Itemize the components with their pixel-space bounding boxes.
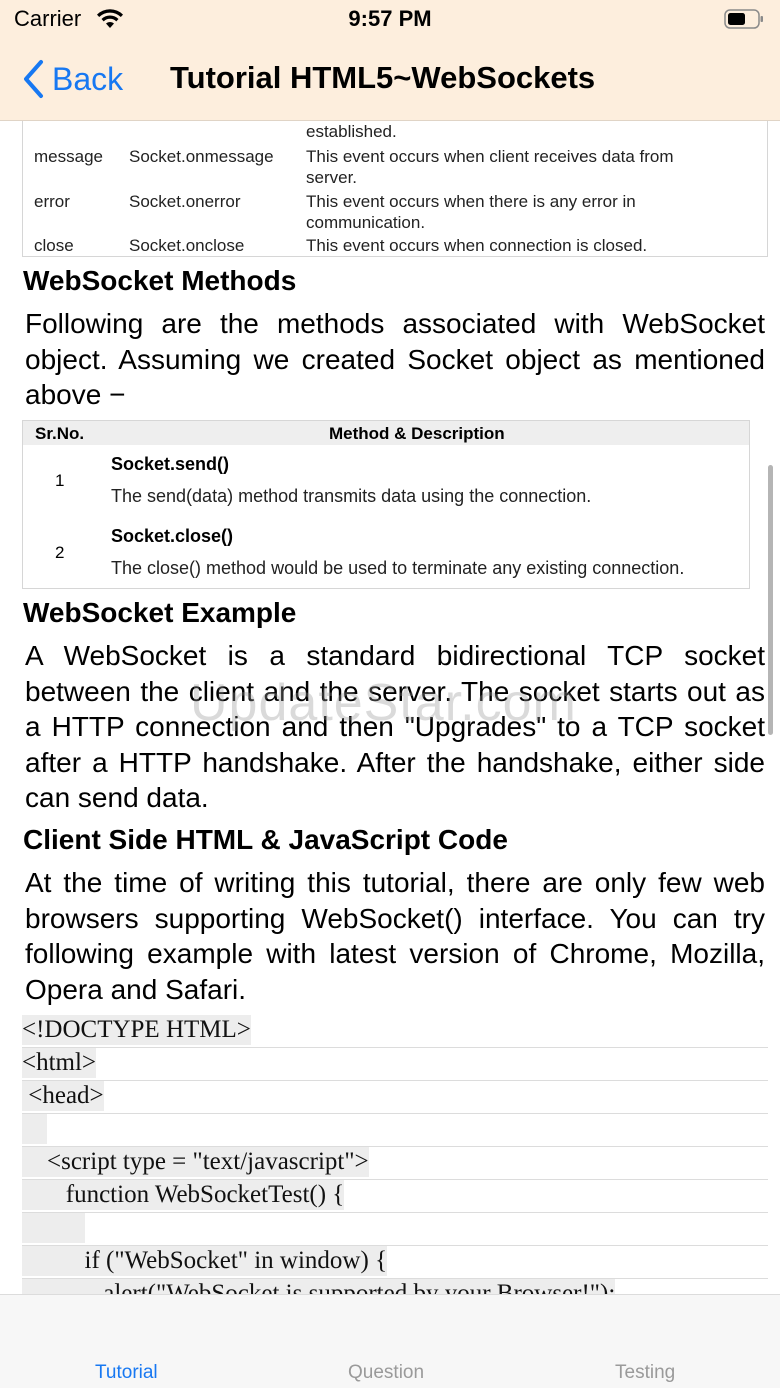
back-label: Back [52, 60, 124, 97]
back-button[interactable]: Back [22, 57, 123, 101]
battery-icon [724, 9, 763, 29]
event-handler: Socket.onmessage [129, 147, 274, 166]
code-line-text: function WebSocketTest() { [22, 1180, 345, 1210]
row-number: 2 [55, 543, 65, 562]
event-description: This event occurs when client receives d… [306, 147, 674, 187]
code-line-text [22, 1114, 47, 1144]
code-line-text [22, 1213, 85, 1243]
code-line: alert("WebSocket is supported by your Br… [22, 1279, 768, 1294]
navigation-bar: Back Tutorial HTML5~WebSockets [0, 40, 780, 121]
column-header-srno: Sr.No. [35, 424, 85, 443]
example-heading: WebSocket Example [23, 597, 297, 628]
code-line-text: if ("WebSocket" in window) { [22, 1246, 388, 1276]
code-line: <!DOCTYPE HTML> [22, 1015, 768, 1048]
tab-testing[interactable]: Testing [615, 1362, 675, 1384]
event-name: error [34, 192, 70, 211]
code-line [22, 1114, 768, 1147]
code-line: if ("WebSocket" in window) { [22, 1246, 768, 1279]
chevron-left-icon [24, 60, 43, 98]
methods-table: Sr.No. Method & Description 1 Socket.sen… [22, 420, 750, 589]
row-number: 1 [55, 471, 65, 490]
code-line: <html> [22, 1048, 768, 1081]
method-description: The send(data) method transmits data usi… [111, 486, 592, 506]
event-name: close [34, 236, 74, 255]
tutorial-content[interactable]: established. message Socket.onmessage Th… [0, 121, 780, 1294]
code-line-text: <head> [22, 1081, 104, 1111]
methods-heading: WebSocket Methods [23, 265, 297, 296]
code-line-text: alert("WebSocket is supported by your Br… [22, 1279, 616, 1294]
scroll-indicator[interactable] [768, 465, 773, 735]
event-description: This event occurs when connection is clo… [306, 236, 648, 255]
code-line-text: <script type = "text/javascript"> [22, 1147, 369, 1177]
table-header: Sr.No. Method & Description [23, 421, 749, 445]
code-line: function WebSocketTest() { [22, 1180, 768, 1213]
event-description: This event occurs when there is any erro… [306, 192, 636, 232]
tab-tutorial[interactable]: Tutorial [95, 1362, 158, 1384]
code-line-text: <!DOCTYPE HTML> [22, 1015, 251, 1045]
methods-intro: Following are the methods associated wit… [25, 308, 765, 410]
code-line: <head> [22, 1081, 768, 1114]
code-line: <script type = "text/javascript"> [22, 1147, 768, 1180]
code-line [22, 1213, 768, 1246]
method-description: The close() method would be used to term… [111, 558, 685, 578]
method-name: Socket.send() [111, 454, 230, 474]
event-description: established. [306, 122, 397, 141]
client-code-heading: Client Side HTML & JavaScript Code [23, 824, 508, 855]
status-time: 9:57 PM [348, 6, 432, 31]
tab-question[interactable]: Question [348, 1362, 424, 1384]
event-handler: Socket.onclose [129, 236, 245, 255]
example-text: A WebSocket is a standard bidirectional … [25, 640, 765, 813]
page-title: Tutorial HTML5~WebSockets [170, 60, 596, 95]
events-table: established. message Socket.onmessage Th… [22, 121, 768, 257]
status-bar: Carrier 9:57 PM [0, 0, 780, 40]
method-name: Socket.close() [111, 526, 234, 546]
code-line-text: <html> [22, 1048, 97, 1078]
client-code-text: At the time of writing this tutorial, th… [25, 867, 765, 1005]
event-handler: Socket.onerror [129, 192, 241, 211]
column-header-method: Method & Description [329, 424, 505, 443]
event-name: message [34, 147, 103, 166]
tab-bar: Tutorial Question Testing [0, 1294, 780, 1388]
